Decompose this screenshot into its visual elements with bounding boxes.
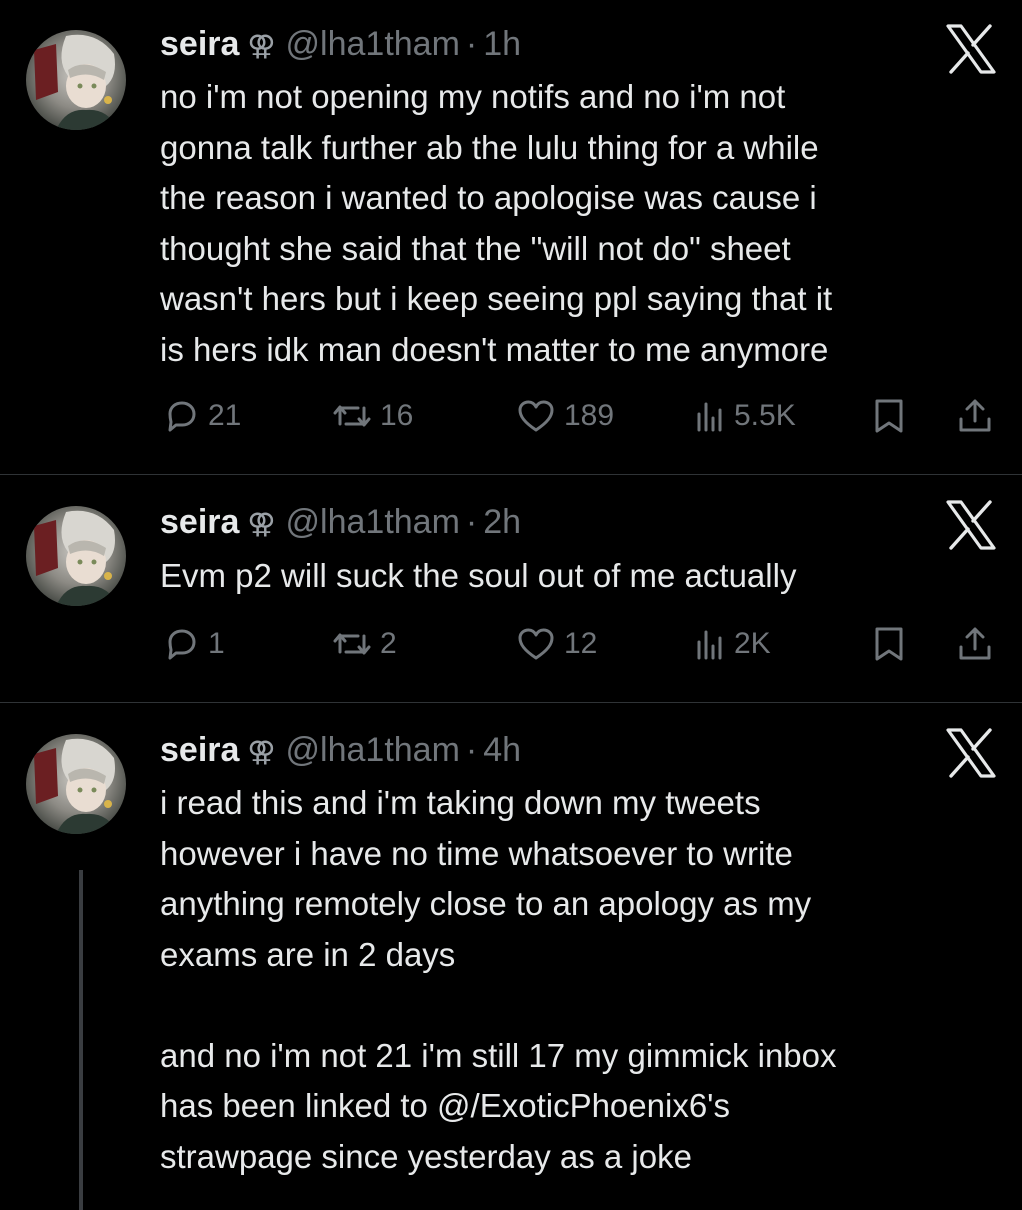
timestamp[interactable]: 2h bbox=[483, 503, 521, 541]
display-name[interactable]: seira bbox=[160, 503, 239, 541]
like-count: 12 bbox=[564, 627, 598, 660]
tweet-text: i read this and i'm taking down my tweet… bbox=[160, 784, 837, 1175]
reply-button[interactable]: 21 bbox=[164, 394, 241, 438]
display-name[interactable]: seira bbox=[160, 731, 239, 769]
retweet-count: 2 bbox=[380, 627, 397, 660]
retweet-count: 16 bbox=[380, 399, 414, 432]
tweet-header: seira ⚢ @lha1tham · 1h bbox=[160, 24, 521, 66]
tweet-actions: 21 16 189 5.5K bbox=[160, 394, 1000, 438]
avatar[interactable] bbox=[26, 734, 126, 834]
retweet-icon bbox=[333, 405, 371, 427]
handle[interactable]: @lha1tham bbox=[286, 25, 460, 63]
reply-count: 1 bbox=[208, 627, 225, 660]
x-logo-icon bbox=[944, 500, 998, 550]
like-count: 189 bbox=[564, 399, 615, 432]
divider bbox=[0, 702, 1022, 703]
separator: · bbox=[465, 503, 478, 541]
handle[interactable]: @lha1tham bbox=[286, 503, 460, 541]
retweet-button[interactable]: 16 bbox=[332, 394, 413, 438]
tweet-header: seira ⚢ @lha1tham · 4h bbox=[160, 730, 521, 772]
gender-symbol: ⚢ bbox=[247, 30, 276, 61]
timestamp[interactable]: 1h bbox=[483, 25, 521, 63]
bookmark-icon bbox=[875, 627, 903, 661]
heart-icon bbox=[518, 400, 554, 432]
views-icon bbox=[697, 630, 722, 660]
divider bbox=[0, 474, 1022, 475]
like-button[interactable]: 12 bbox=[516, 622, 597, 666]
timestamp[interactable]: 4h bbox=[483, 731, 521, 769]
reply-button[interactable]: 1 bbox=[164, 622, 225, 666]
x-logo-icon bbox=[944, 24, 998, 74]
share-icon bbox=[959, 399, 991, 432]
gender-symbol: ⚢ bbox=[247, 508, 276, 539]
bookmark-button[interactable] bbox=[872, 394, 906, 438]
tweet-actions: 1 2 12 2K bbox=[160, 622, 1000, 666]
views-count: 5.5K bbox=[734, 399, 796, 432]
views-icon bbox=[697, 402, 722, 432]
avatar[interactable] bbox=[26, 506, 126, 606]
tweet-text: Evm p2 will suck the soul out of me actu… bbox=[160, 557, 797, 594]
retweet-icon bbox=[333, 633, 371, 655]
separator: · bbox=[465, 731, 478, 769]
reply-count: 21 bbox=[208, 399, 242, 432]
separator: · bbox=[465, 25, 478, 63]
x-logo-icon bbox=[944, 728, 998, 778]
tweet-text: no i'm not opening my notifs and no i'm … bbox=[160, 78, 833, 368]
bookmark-button[interactable] bbox=[872, 622, 906, 666]
display-name[interactable]: seira bbox=[160, 25, 239, 63]
reply-icon bbox=[168, 401, 196, 432]
retweet-button[interactable]: 2 bbox=[332, 622, 397, 666]
avatar[interactable] bbox=[26, 30, 126, 130]
views-button[interactable]: 5.5K bbox=[694, 394, 796, 438]
share-button[interactable] bbox=[956, 394, 994, 438]
thread-line bbox=[79, 870, 83, 1210]
share-icon bbox=[959, 627, 991, 660]
views-button[interactable]: 2K bbox=[694, 622, 771, 666]
like-button[interactable]: 189 bbox=[516, 394, 614, 438]
gender-symbol: ⚢ bbox=[247, 736, 276, 767]
handle[interactable]: @lha1tham bbox=[286, 731, 460, 769]
heart-icon bbox=[518, 628, 554, 660]
views-count: 2K bbox=[734, 627, 771, 660]
bookmark-icon bbox=[875, 399, 903, 433]
share-button[interactable] bbox=[956, 622, 994, 666]
reply-icon bbox=[168, 629, 196, 660]
tweet-header: seira ⚢ @lha1tham · 2h bbox=[160, 502, 521, 544]
